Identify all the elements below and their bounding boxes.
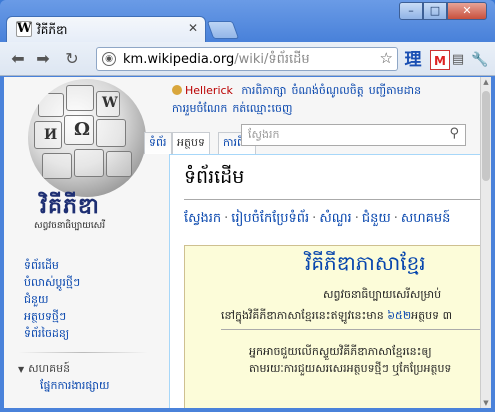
welcome-subtitle: សព្វវចនាធិប្បាយសេរីសម្រាប់ [323, 288, 442, 301]
sidebar-item-help[interactable]: ជំនួយ [24, 291, 80, 308]
bookmark-star-icon[interactable]: ☆ [380, 49, 393, 67]
welcome-divider [221, 329, 480, 330]
back-arrow-icon[interactable]: ⬅ [8, 49, 28, 69]
separator: · [393, 211, 398, 226]
personal-row-1: Hellerick ការពិភាក្សា ចំណង់ចំណូលចិត្ត បញ្ជ… [172, 82, 426, 100]
sidebar-item-main-page[interactable]: ទំព័រដើម [24, 257, 80, 274]
page-menu-icon[interactable]: ▤ [448, 50, 468, 70]
globe-glyph: W [102, 95, 118, 111]
browser-toolbar: ⬅ ➡ ↻ ◉ km.wikipedia.org/wiki/ទំព័រដើម ☆… [0, 42, 495, 76]
maximize-button[interactable]: □ [423, 2, 447, 20]
topnav-link[interactable]: ស្វែងរក [184, 211, 221, 226]
url-host: km.wikipedia.org [123, 52, 235, 67]
gmail-icon[interactable]: M [430, 50, 450, 70]
topnav-link[interactable]: ជំនួយ [362, 211, 391, 226]
page-title: ទំព័រដើម [184, 166, 245, 188]
user-icon [172, 85, 182, 95]
globe-icon: ◉ [102, 52, 116, 66]
url-path: /wiki/ទំព័រដើម [234, 52, 310, 67]
site-tagline: សព្វវចនាធិប្បាយសេរី [34, 221, 106, 231]
welcome-paragraph: អ្នកអាចជួយលើកស្ទួយវិគីភីឌាភាសាខ្មែរនេះឲ្… [249, 343, 451, 377]
username-link[interactable]: Hellerick [185, 84, 233, 97]
topnav-links: ស្វែងរក · រៀបចំកែប្រែទំព័រ · សំណួរ · ជំនួយ · សហគ… [184, 210, 450, 229]
separator: · [354, 211, 359, 226]
search-placeholder: ស្វែងរក [248, 128, 280, 141]
puzzle-piece [38, 93, 64, 117]
welcome-box: វិគីភីឌាភាសាខ្មែរ សព្វវចនាធិប្បាយសេរីសម្… [184, 245, 480, 408]
address-bar[interactable]: ◉ km.wikipedia.org/wiki/ទំព័រដើម ☆ [96, 47, 398, 71]
portal-item[interactable]: ផ្នែកការងារផ្សាយ [40, 379, 109, 395]
globe-glyph: И [44, 127, 58, 143]
search-icon[interactable]: ⚲ [449, 126, 459, 141]
portal-heading-label: សហគមន៍ [28, 362, 71, 375]
tab-article[interactable]: អត្ថបទ [172, 132, 210, 154]
separator: · [312, 211, 317, 226]
tab-title: វិគីភីឌា [37, 23, 68, 37]
article-count: នៅក្នុងវិគីភីឌាភាសាខ្មែរនេះឥឡូវនេះមាន ៦៥… [221, 309, 452, 325]
search-box[interactable]: ស្វែងរក ⚲ [241, 124, 466, 146]
sidebar-item-recent-changes[interactable]: បំលាស់ប្តូរថ្មីៗ [24, 274, 80, 291]
triangle-down-icon: ▼ [18, 365, 25, 374]
personal-tools: Hellerick ការពិភាក្សា ចំណង់ចំណូលចិត្ត បញ្ជ… [172, 82, 426, 118]
tab-page[interactable]: ទំព័រ [144, 132, 172, 154]
paragraph-line: អ្នកអាចជួយលើកស្ទួយវិគីភីឌាភាសាខ្មែរនេះឲ្… [249, 345, 432, 358]
topnav-link[interactable]: រៀបចំកែប្រែទំព័រ [231, 211, 309, 226]
portal-divider [18, 352, 148, 353]
scroll-down-icon[interactable]: ▼ [481, 398, 491, 408]
wikipedia-favicon-icon: W [16, 21, 32, 37]
talk-link[interactable]: ការពិភាក្សា [241, 84, 286, 97]
close-window-button[interactable]: ✕ [447, 2, 487, 20]
vertical-scrollbar[interactable]: ▲ ▼ [480, 77, 491, 408]
globe-glyph: Ω [74, 119, 91, 140]
wrench-icon[interactable]: 🔧 [470, 50, 490, 70]
sidebar-navigation: ទំព័រដើម បំលាស់ប្តូរថ្មីៗ ជំនួយ អត្ថបទថ្… [24, 257, 80, 342]
puzzle-piece [42, 153, 72, 179]
scrollbar-thumb[interactable] [482, 91, 490, 181]
preferences-link[interactable]: ចំណង់ចំណូលចិត្ត [291, 84, 363, 97]
watchlist-link[interactable]: បញ្ជីតាមដាន [369, 84, 421, 97]
portal-heading[interactable]: ▼ សហគមន៍ [18, 362, 70, 378]
welcome-title[interactable]: វិគីភីឌាភាសាខ្មែរ [305, 250, 426, 280]
contributions-link[interactable]: ការរួមចំណែក [172, 102, 227, 115]
topnav-link[interactable]: សំណួរ [319, 211, 351, 226]
puzzle-piece [74, 149, 104, 177]
paragraph-line: តាមរយៈការជួយសរសេរអត្ថបទថ្មីៗ ឬកែប្រែអត្ថ… [249, 362, 452, 375]
forward-arrow-icon[interactable]: ➡ [33, 49, 53, 69]
puzzle-piece [96, 119, 126, 147]
topnav-link[interactable]: សហគមន៍ [401, 211, 451, 226]
stats-number[interactable]: ៦៥២ [387, 309, 411, 322]
heading-divider [184, 199, 480, 200]
puzzle-piece [106, 151, 132, 177]
logout-link[interactable]: កត់ឈ្មោះចេញ [232, 102, 292, 115]
stats-suffix: អត្ថបទ ៣ [411, 309, 452, 322]
browser-tab[interactable]: W វិគីភីឌា ✕ [6, 16, 206, 42]
stats-prefix: នៅក្នុងវិគីភីឌាភាសាខ្មែរនេះឥឡូវនេះមាន [221, 309, 384, 322]
sidebar-item-random[interactable]: ទំព័រចៃដន្យ [24, 325, 80, 342]
scroll-up-icon[interactable]: ▲ [481, 77, 491, 87]
ri-extension-icon[interactable]: 理 [403, 50, 423, 70]
minimize-button[interactable]: – [399, 2, 423, 20]
tab-close-icon[interactable]: ✕ [188, 21, 198, 35]
reload-icon[interactable]: ↻ [62, 49, 82, 69]
sidebar-item-new-articles[interactable]: អត្ថបទថ្មីៗ [24, 308, 80, 325]
personal-row-2: ការរួមចំណែក កត់ឈ្មោះចេញ [172, 100, 426, 118]
separator: · [224, 211, 229, 226]
page-viewport: Ω W И វិគីភីឌា សព្វវចនាធិប្បាយសេរី Helle… [4, 77, 480, 408]
content-area: ទំព័រដើម ស្វែងរក · រៀបចំកែប្រែទំព័រ · សំណួរ ·… [169, 154, 480, 408]
wikipedia-globe-logo[interactable]: Ω W И [28, 79, 146, 197]
puzzle-piece [66, 85, 94, 111]
url-text[interactable]: km.wikipedia.org/wiki/ទំព័រដើម [123, 51, 310, 70]
